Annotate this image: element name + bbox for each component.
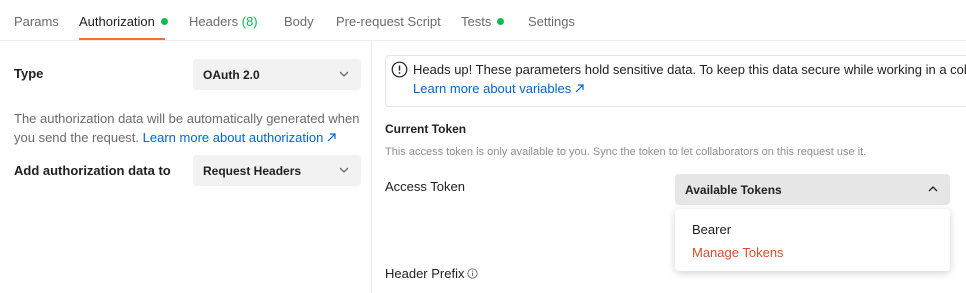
tab-authorization[interactable]: Authorization	[79, 14, 168, 29]
auth-description: The authorization data will be automatic…	[14, 109, 362, 147]
panel-divider	[371, 41, 372, 293]
external-link-icon	[575, 84, 584, 93]
manage-tokens-link[interactable]: Manage Tokens	[692, 245, 784, 260]
tab-headers[interactable]: Headers (8)	[189, 14, 258, 29]
tab-params[interactable]: Params	[14, 14, 59, 29]
tab-body[interactable]: Body	[284, 14, 314, 29]
warning-message: Heads up! These parameters hold sensitiv…	[413, 62, 966, 77]
learn-more-variables-link[interactable]: Learn more about variables	[413, 81, 584, 96]
learn-more-authorization-label: Learn more about authorization	[142, 130, 324, 145]
tab-body-label: Body	[284, 14, 314, 29]
status-dot-icon	[497, 18, 505, 25]
chevron-up-icon	[928, 186, 938, 192]
available-tokens-select[interactable]: Available Tokens	[675, 174, 950, 205]
tab-authorization-label: Authorization	[79, 14, 155, 29]
tab-settings[interactable]: Settings	[528, 14, 575, 29]
header-prefix-field: Header Prefix	[385, 266, 479, 281]
available-tokens-value: Available Tokens	[685, 183, 782, 197]
tab-tests[interactable]: Tests	[461, 14, 505, 29]
tab-pre-request-script[interactable]: Pre-request Script	[336, 14, 441, 29]
tab-settings-label: Settings	[528, 14, 575, 29]
tab-params-label: Params	[14, 14, 59, 29]
access-token-label: Access Token	[385, 179, 465, 194]
add-auth-data-value: Request Headers	[203, 164, 302, 178]
add-auth-data-label: Add authorization data to	[14, 163, 171, 178]
learn-more-authorization-link[interactable]: Learn more about authorization	[143, 130, 337, 145]
current-token-subtitle: This access token is only available to y…	[385, 146, 867, 158]
tab-pre-request-script-label: Pre-request Script	[336, 14, 441, 29]
request-tab-bar: Params Authorization Headers (8) Body Pr…	[0, 0, 966, 41]
chevron-down-icon	[339, 167, 349, 173]
status-dot-icon	[160, 18, 168, 25]
chevron-down-icon	[339, 71, 349, 77]
auth-type-select[interactable]: OAuth 2.0	[193, 59, 361, 90]
tab-tests-label: Tests	[461, 14, 492, 29]
tab-headers-label: Headers	[189, 14, 242, 29]
add-auth-data-select[interactable]: Request Headers	[193, 155, 361, 186]
current-token-title: Current Token	[385, 122, 467, 136]
info-icon[interactable]	[467, 268, 479, 279]
type-label: Type	[14, 66, 44, 81]
auth-type-value: OAuth 2.0	[203, 68, 260, 82]
available-tokens-dropdown: Bearer Manage Tokens	[675, 209, 950, 271]
external-link-icon	[327, 133, 336, 142]
headers-count: (8)	[241, 14, 258, 29]
header-prefix-label: Header Prefix	[385, 266, 465, 281]
learn-more-variables-label: Learn more about variables	[413, 81, 572, 96]
alert-info-icon	[391, 61, 408, 78]
dropdown-item-bearer[interactable]: Bearer	[692, 222, 731, 237]
active-tab-indicator	[79, 38, 165, 40]
sensitive-data-warning: Heads up! These parameters hold sensitiv…	[385, 55, 966, 107]
